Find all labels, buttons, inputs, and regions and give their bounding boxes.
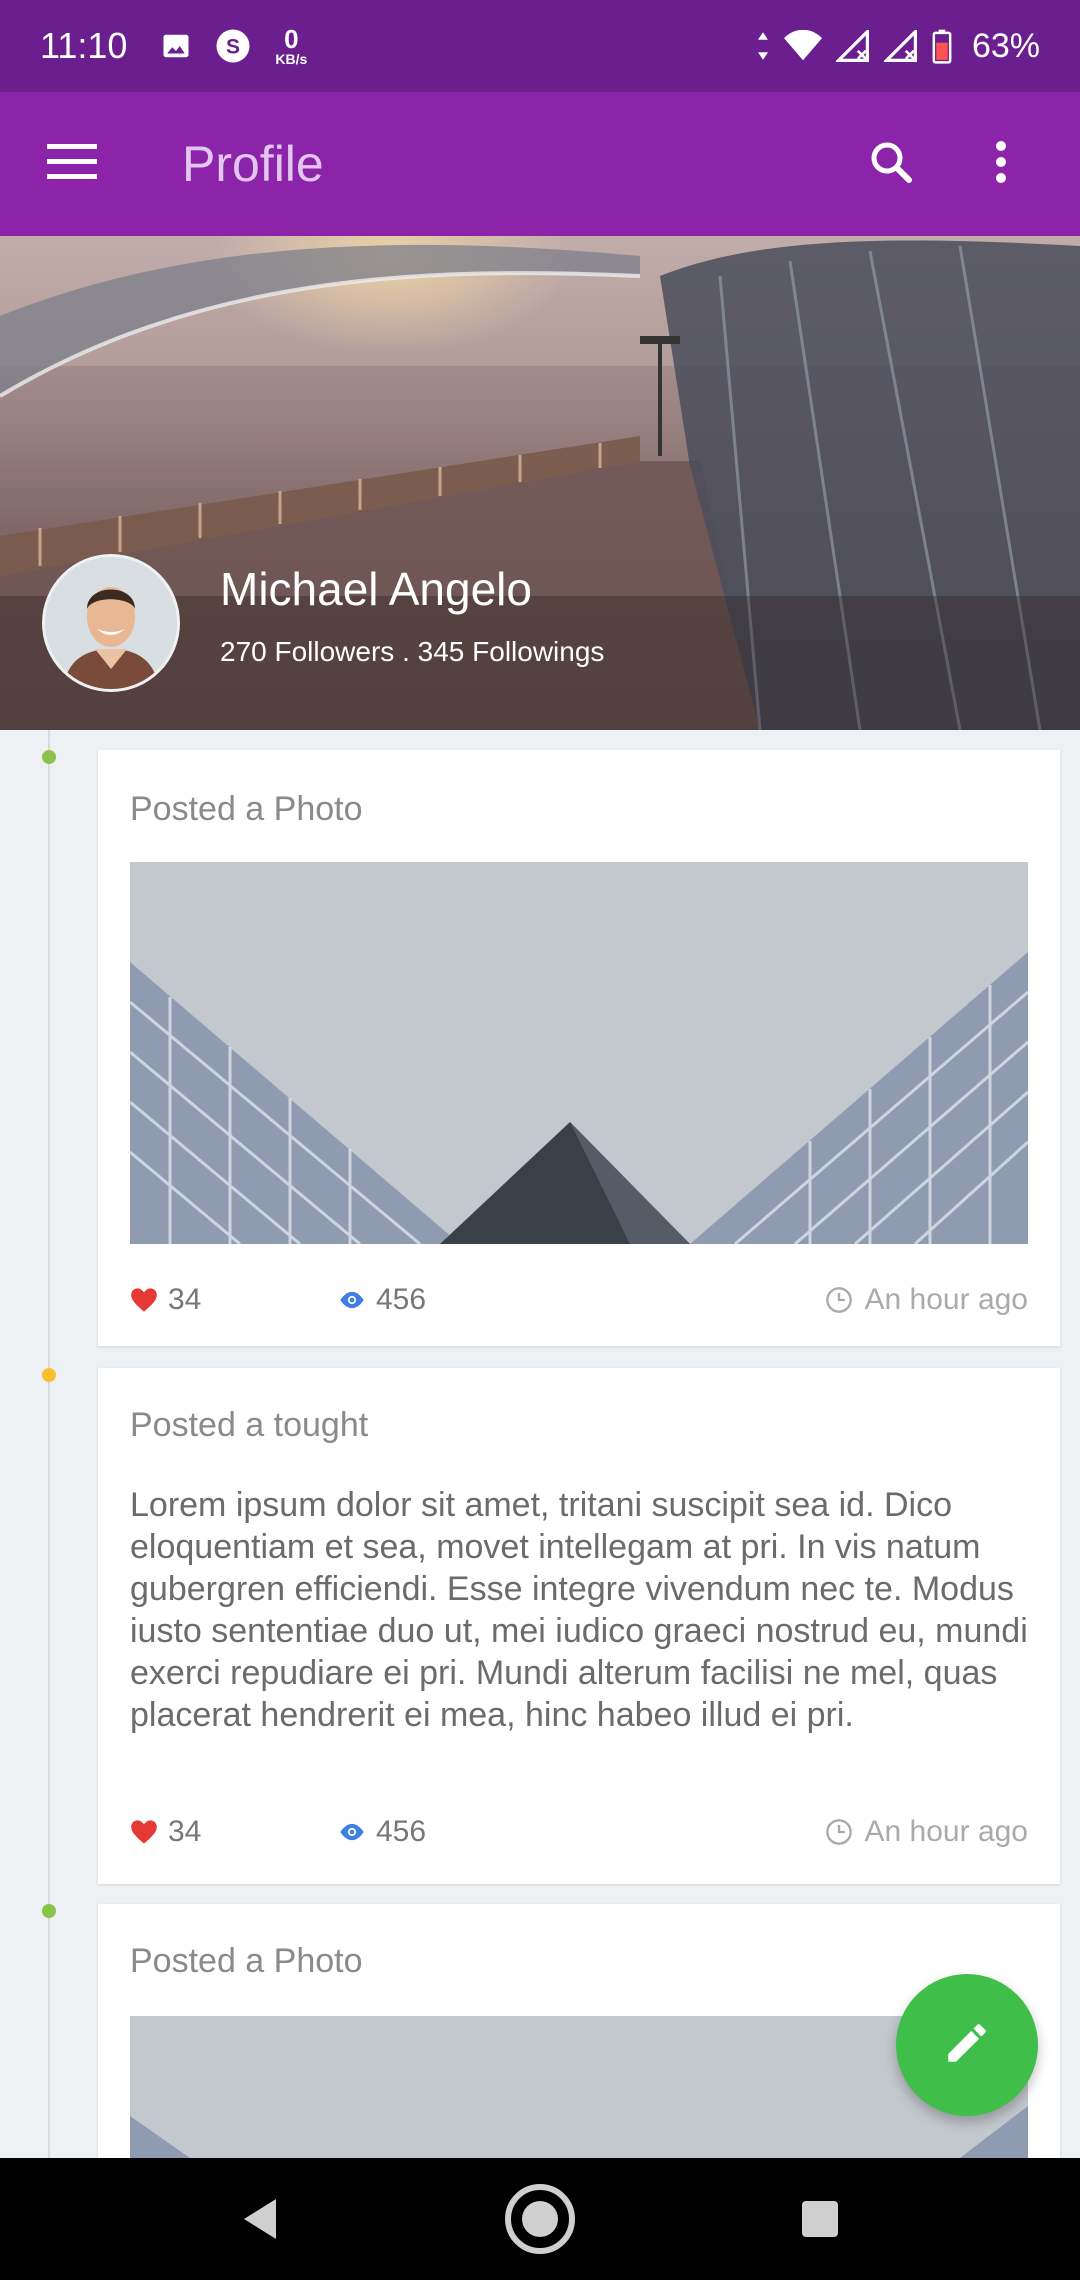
- app-bar: Profile: [0, 92, 1080, 236]
- profile-name: Michael Angelo: [220, 563, 532, 615]
- timeline-line: [48, 730, 50, 2158]
- back-button[interactable]: [210, 2169, 310, 2269]
- back-icon: [244, 2199, 276, 2239]
- status-bar: 11:10 S 0 KB/s 63%: [0, 0, 1080, 92]
- post-card[interactable]: Posted a tought Lorem ipsum dolor sit am…: [98, 1368, 1060, 1884]
- post-time: An hour ago: [825, 1283, 1028, 1317]
- views: 456: [338, 1815, 426, 1849]
- status-time: 11:10: [40, 25, 128, 66]
- more-options-button[interactable]: [946, 109, 1056, 219]
- views-count: 456: [376, 1815, 427, 1848]
- likes-count: 34: [168, 1815, 202, 1848]
- svg-text:S: S: [226, 36, 240, 59]
- edit-fab[interactable]: [896, 1974, 1038, 2116]
- menu-icon: [47, 143, 97, 185]
- post-time-text: An hour ago: [864, 1815, 1028, 1848]
- pencil-icon: [942, 2018, 992, 2073]
- skype-icon: S: [215, 28, 251, 64]
- post-photo[interactable]: [130, 862, 1028, 1244]
- likes-count: 34: [168, 1283, 202, 1316]
- heart-icon: [131, 1288, 157, 1312]
- menu-button[interactable]: [0, 92, 144, 236]
- page-title: Profile: [182, 136, 324, 192]
- network-speed: 0 KB/s: [275, 24, 308, 67]
- post-card[interactable]: Posted a Photo 34 456 An hour ago: [98, 750, 1060, 1346]
- signal-icon: [835, 30, 870, 62]
- timeline-dot: [42, 1904, 56, 1918]
- heart-icon: [131, 1820, 157, 1844]
- eye-icon: [340, 1291, 364, 1309]
- post-type: Posted a tought: [130, 1406, 369, 1444]
- profile-stats: 270 Followers . 345 Followings: [220, 636, 605, 667]
- timeline-dot: [42, 750, 56, 764]
- post-photo[interactable]: [130, 2016, 1028, 2158]
- post-time-text: An hour ago: [864, 1283, 1028, 1316]
- battery-icon: [932, 28, 952, 64]
- more-vert-icon: [994, 140, 1008, 189]
- clock-icon: [825, 1287, 852, 1313]
- likes[interactable]: 34: [130, 1283, 338, 1317]
- post-type: Posted a Photo: [130, 1942, 363, 1980]
- recents-button[interactable]: [770, 2169, 870, 2269]
- eye-icon: [340, 1823, 364, 1841]
- search-button[interactable]: [836, 109, 946, 219]
- post-footer: 34 456 An hour ago: [130, 1280, 1028, 1320]
- image-icon: [161, 31, 191, 61]
- battery-percent: 63%: [971, 26, 1040, 65]
- views: 456: [338, 1283, 426, 1317]
- views-count: 456: [376, 1283, 427, 1316]
- profile-cover: Michael Angelo 270 Followers . 345 Follo…: [0, 236, 1080, 730]
- home-button[interactable]: [490, 2169, 590, 2269]
- system-nav-bar: [0, 2158, 1080, 2280]
- wifi-icon: [783, 30, 822, 62]
- recents-icon: [802, 2201, 838, 2237]
- post-type: Posted a Photo: [130, 790, 363, 828]
- post-footer: 34 456 An hour ago: [130, 1812, 1028, 1852]
- avatar[interactable]: [42, 554, 180, 692]
- post-body: Lorem ipsum dolor sit amet, tritani susc…: [130, 1486, 1028, 1734]
- post-time: An hour ago: [825, 1815, 1028, 1849]
- signal-icon: [883, 30, 918, 62]
- likes[interactable]: 34: [130, 1815, 338, 1849]
- data-arrows-icon: [756, 31, 770, 61]
- search-icon: [867, 138, 915, 191]
- clock-icon: [825, 1819, 852, 1845]
- timeline-dot: [42, 1368, 56, 1382]
- home-icon: [505, 2184, 575, 2254]
